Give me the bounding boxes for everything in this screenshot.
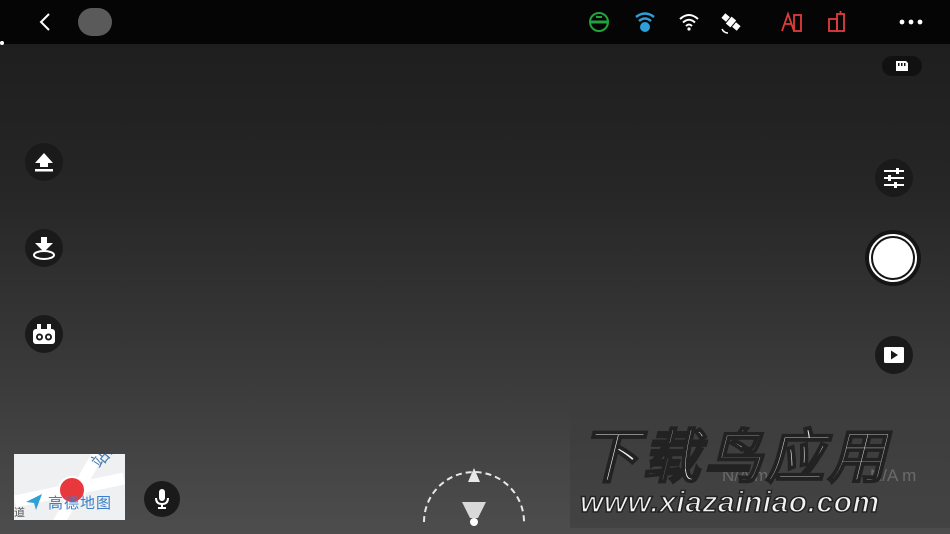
camera-settings-button[interactable] bbox=[875, 159, 913, 197]
mini-map[interactable]: 站东 高德地图 道 bbox=[14, 454, 125, 520]
more-dots-icon bbox=[899, 19, 923, 25]
back-button[interactable] bbox=[30, 8, 60, 36]
top-status-bar bbox=[0, 0, 950, 44]
playback-button[interactable] bbox=[875, 336, 913, 374]
sd-card-icon bbox=[896, 61, 908, 71]
playback-icon bbox=[884, 347, 904, 363]
takeoff-icon bbox=[35, 153, 53, 172]
microphone-button[interactable] bbox=[144, 481, 180, 517]
map-brand-logo: 高德地图 bbox=[48, 495, 113, 512]
remote-signal-icon[interactable] bbox=[632, 9, 658, 35]
microphone-icon bbox=[155, 489, 169, 509]
landing-icon bbox=[33, 237, 55, 260]
watermark-overlay: N/A m/s N/A m 下载鸟应用 www.xiazainiao.com bbox=[570, 402, 950, 528]
landing-button[interactable] bbox=[25, 229, 63, 267]
chevron-left-icon bbox=[39, 13, 50, 31]
camera-settings-icon bbox=[884, 168, 904, 188]
edge-marker bbox=[0, 41, 4, 45]
takeoff-button[interactable] bbox=[25, 143, 63, 181]
aircraft-battery-icon[interactable] bbox=[778, 9, 804, 35]
satellite-icon[interactable] bbox=[718, 9, 744, 35]
watermark-title: 下载鸟应用 bbox=[579, 424, 891, 491]
watermark-url: www.xiazainiao.com bbox=[579, 485, 880, 520]
flight-mode-indicator[interactable] bbox=[78, 8, 112, 36]
gps-status-icon[interactable] bbox=[586, 9, 612, 35]
map-edge-label: 道 bbox=[14, 507, 25, 519]
vision-sensor-button[interactable] bbox=[25, 315, 63, 353]
vision-sensor-icon bbox=[33, 324, 55, 344]
wifi-icon[interactable] bbox=[676, 9, 702, 35]
navigation-arrow-icon bbox=[26, 494, 42, 510]
remote-battery-icon[interactable] bbox=[824, 9, 850, 35]
shutter-button[interactable] bbox=[865, 230, 921, 286]
storage-badge[interactable] bbox=[882, 56, 922, 76]
attitude-compass-icon bbox=[423, 468, 525, 526]
more-menu-button[interactable] bbox=[894, 10, 928, 34]
